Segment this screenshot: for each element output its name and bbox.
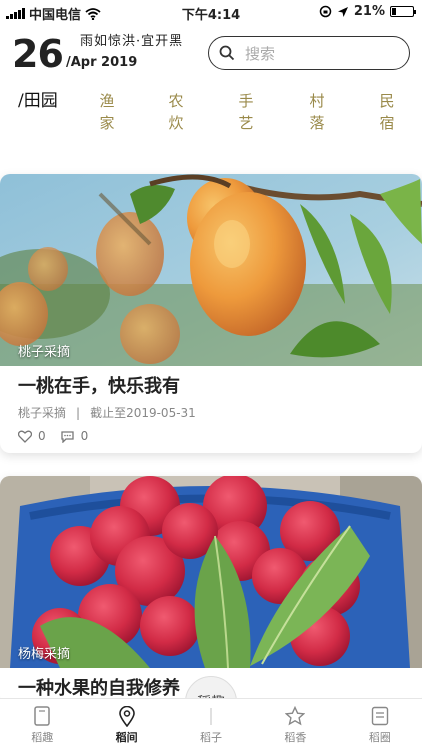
orientation-lock-icon xyxy=(319,5,332,18)
nav-item-daoqu[interactable]: 稻趣 xyxy=(0,699,84,750)
nav-label: 稻趣 xyxy=(31,731,54,744)
grain-icon xyxy=(202,705,220,727)
nav-item-daojian[interactable]: 稻间 xyxy=(84,699,168,750)
activity-card[interactable]: 桃子采摘 一桃在手，快乐我有 桃子采摘 | 截止至2019-05-31 0 0 xyxy=(0,174,422,453)
nav-label: 稻香 xyxy=(284,731,307,744)
search-input[interactable]: 搜索 xyxy=(208,36,410,70)
search-placeholder: 搜索 xyxy=(245,44,276,63)
comment-count: 0 xyxy=(80,429,89,443)
battery-percent: 21% xyxy=(353,4,385,19)
location-pin-icon xyxy=(118,705,135,727)
meta-separator: | xyxy=(76,406,81,420)
tab-shouyi[interactable]: 手艺 xyxy=(236,90,256,134)
tab-cunluo[interactable]: 村落 xyxy=(307,90,327,134)
card-image-bayberry: 杨梅采摘 xyxy=(0,476,422,668)
tab-minsu[interactable]: 民宿 xyxy=(377,90,397,134)
tab-yujia[interactable]: 渔家 xyxy=(97,90,117,134)
card-stats: 0 0 xyxy=(0,421,422,453)
tab-nongchui[interactable]: 农炊 xyxy=(166,90,186,134)
card-image-tag: 桃子采摘 xyxy=(18,345,71,360)
activity-card[interactable]: 杨梅采摘 一种水果的自我修养 xyxy=(0,476,422,706)
category-tabs: /田园 渔家 农炊 手艺 村落 民宿 xyxy=(0,90,422,140)
card-category: 桃子采摘 xyxy=(18,406,67,420)
date-day: 26 xyxy=(12,32,64,76)
card-image-peach: 桃子采摘 xyxy=(0,174,422,366)
bottom-nav: 稻趣 稻间 稻子 稻香 稻圈 xyxy=(0,698,422,750)
date-motto: 雨如惊洪·宜开黑 xyxy=(80,34,184,49)
battery-icon xyxy=(390,6,416,17)
tab-tianyuan[interactable]: /田园 xyxy=(18,90,58,112)
nav-label: 稻圈 xyxy=(368,731,391,744)
like-count: 0 xyxy=(38,429,46,443)
nav-item-daoquan[interactable]: 稻圈 xyxy=(338,699,422,750)
comment-stat[interactable]: 0 xyxy=(60,429,89,443)
status-right: 21% xyxy=(319,4,416,19)
date-month-year: /Apr 2019 xyxy=(66,55,138,70)
search-icon xyxy=(219,45,235,61)
location-arrow-icon xyxy=(337,6,348,17)
nav-label: 稻子 xyxy=(200,731,223,744)
status-bar: 中国电信 下午4:14 21% xyxy=(0,0,422,24)
nav-item-daozi[interactable]: 稻子 xyxy=(169,699,253,750)
card-image-tag: 杨梅采摘 xyxy=(18,647,71,662)
nav-label: 稻间 xyxy=(115,731,138,744)
phone-icon xyxy=(33,705,51,727)
star-icon xyxy=(285,705,306,727)
nav-item-daoxiang[interactable]: 稻香 xyxy=(253,699,337,750)
heart-icon xyxy=(18,430,32,443)
card-title: 一桃在手，快乐我有 xyxy=(18,376,180,397)
card-deadline: 截止至2019-05-31 xyxy=(90,406,196,420)
like-stat[interactable]: 0 xyxy=(18,429,46,443)
comment-icon xyxy=(60,430,74,443)
document-icon xyxy=(371,705,389,727)
card-meta: 桃子采摘 | 截止至2019-05-31 xyxy=(0,398,422,421)
